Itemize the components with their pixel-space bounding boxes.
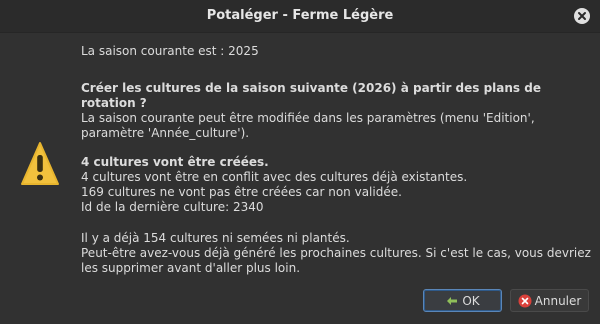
title-bar: Potaléger - Ferme Légère: [0, 0, 600, 33]
ok-icon: [447, 296, 458, 305]
ok-button[interactable]: OK: [423, 289, 502, 312]
cancel-icon: [518, 294, 532, 307]
conflict-line: 4 cultures vont être en conflit avec des…: [81, 170, 468, 184]
existing-block: Il y a déjà 154 cultures ni semées ni pl…: [81, 231, 591, 276]
existing-line: Il y a déjà 154 cultures ni semées ni pl…: [81, 231, 350, 245]
settings-note: La saison courante peut être modifiée da…: [81, 111, 535, 140]
created-count: 4 cultures vont être créées.: [81, 155, 269, 169]
confirm-dialog: Potaléger - Ferme Légère La saison coura…: [0, 0, 600, 324]
cancel-label: Annuler: [534, 293, 582, 308]
close-icon: [578, 12, 586, 20]
advice-text: Peut-être avez-vous déjà généré les proc…: [81, 246, 591, 275]
summary-block: 4 cultures vont être créées. 4 cultures …: [81, 155, 591, 215]
window-title: Potaléger - Ferme Légère: [206, 8, 394, 23]
question-text: Créer les cultures de la saison suivante…: [81, 81, 541, 110]
not-created-line: 169 cultures ne vont pas être créées car…: [81, 185, 402, 199]
ok-label: OK: [462, 293, 480, 308]
last-id-line: Id de la dernière culture: 2340: [81, 200, 264, 214]
season-line: La saison courante est : 2025: [81, 44, 259, 58]
close-button[interactable]: [574, 8, 590, 24]
cancel-button[interactable]: Annuler: [510, 289, 589, 312]
warning-icon: [21, 142, 59, 185]
